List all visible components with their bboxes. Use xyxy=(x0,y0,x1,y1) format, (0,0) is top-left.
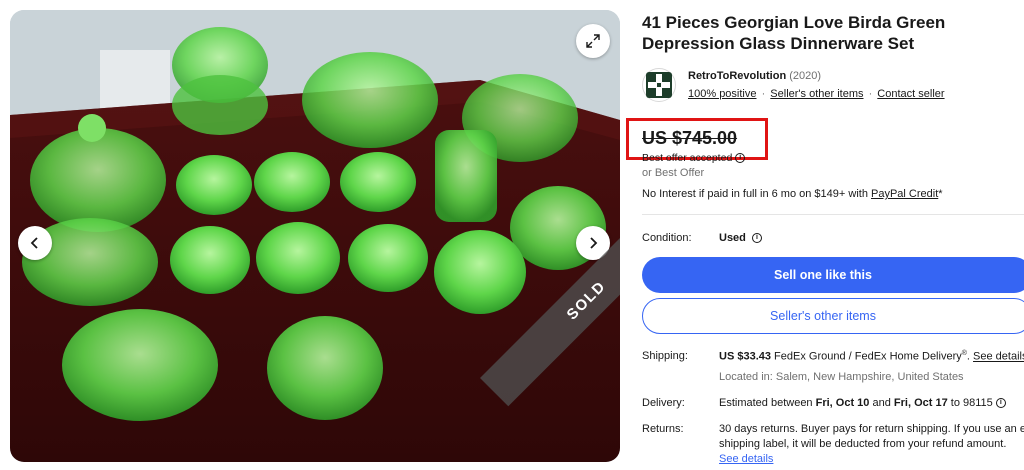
delivery-prefix: Estimated between xyxy=(719,397,813,409)
condition-label: Condition: xyxy=(642,232,692,244)
or-best-offer: or Best Offer xyxy=(642,167,705,179)
registered-mark: ® xyxy=(961,350,967,357)
finance-suffix: * xyxy=(938,188,943,200)
shipping-service: FedEx Ground / FedEx Home Delivery xyxy=(774,350,962,363)
seller-logo-icon xyxy=(646,72,672,98)
paypal-credit-link[interactable]: PayPal Credit xyxy=(871,188,938,200)
chevron-left-icon xyxy=(30,237,38,249)
condition-info-icon[interactable]: i xyxy=(752,233,763,244)
seller-feedback-count: (2020) xyxy=(789,70,822,82)
shipping-details-link[interactable]: See details xyxy=(973,351,1024,363)
delivery-info-icon[interactable]: i xyxy=(995,398,1006,409)
item-location: Located in: Salem, New Hampshire, United… xyxy=(719,371,964,383)
finance-text: No Interest if paid in full in 6 mo on $… xyxy=(642,188,868,200)
returns-line-1: 30 days returns. Buyer pays for return s… xyxy=(719,423,1024,435)
listing-details-panel: 41 Pieces Georgian Love Birda Green Depr… xyxy=(626,0,1024,470)
previous-image-button[interactable] xyxy=(18,226,52,260)
info-icon[interactable]: i xyxy=(735,153,746,164)
delivery-estimate: Estimated between Fri, Oct 10 and Fri, O… xyxy=(719,397,1006,409)
delivery-start: Fri, Oct 10 xyxy=(815,397,870,409)
delivery-and: and xyxy=(872,397,891,409)
seller-feedback-link[interactable]: 100% positive xyxy=(688,88,757,100)
shipping-label: Shipping: xyxy=(642,350,688,362)
shipping-value: US $33.43 FedEx Ground / FedEx Home Deli… xyxy=(719,350,1024,363)
seller-info: RetroToRevolution (2020) 100% positive ·… xyxy=(642,68,1024,104)
seller-name-row: RetroToRevolution (2020) xyxy=(688,70,821,82)
separator: · xyxy=(868,88,873,100)
seller-links: 100% positive · Seller's other items · C… xyxy=(688,88,945,100)
listing-title: 41 Pieces Georgian Love Birda Green Depr… xyxy=(642,13,946,53)
separator: · xyxy=(761,88,766,100)
condition-value-row: Used i xyxy=(719,232,763,244)
sell-one-like-this-button[interactable]: Sell one like this xyxy=(642,257,1024,293)
seller-name[interactable]: RetroToRevolution xyxy=(688,70,786,82)
sellers-other-items-button[interactable]: Seller's other items xyxy=(642,298,1024,334)
seller-avatar[interactable] xyxy=(642,68,676,102)
best-offer-accepted: Best offer accepted i xyxy=(642,152,746,164)
condition-value: Used xyxy=(719,232,746,244)
shipping-cost: US $33.43 xyxy=(719,350,771,363)
chevron-right-icon xyxy=(590,237,598,249)
delivery-to: to 98115 xyxy=(950,397,993,409)
returns-label: Returns: xyxy=(642,423,684,435)
seller-other-items-link[interactable]: Seller's other items xyxy=(770,88,863,100)
best-offer-text: Best offer accepted xyxy=(642,152,733,164)
returns-details-link[interactable]: See details xyxy=(719,453,773,465)
listing-photo xyxy=(10,10,620,462)
divider xyxy=(642,214,1024,215)
returns-line-2: shipping label, it will be deducted from… xyxy=(719,438,1007,450)
delivery-label: Delivery: xyxy=(642,397,685,409)
expand-icon xyxy=(586,34,600,48)
financing-info: No Interest if paid in full in 6 mo on $… xyxy=(642,188,943,200)
image-gallery[interactable]: SOLD xyxy=(10,10,620,462)
expand-image-button[interactable] xyxy=(576,24,610,58)
delivery-end: Fri, Oct 17 xyxy=(893,397,948,409)
item-price: US $745.00 xyxy=(642,128,738,148)
contact-seller-link[interactable]: Contact seller xyxy=(877,88,944,100)
